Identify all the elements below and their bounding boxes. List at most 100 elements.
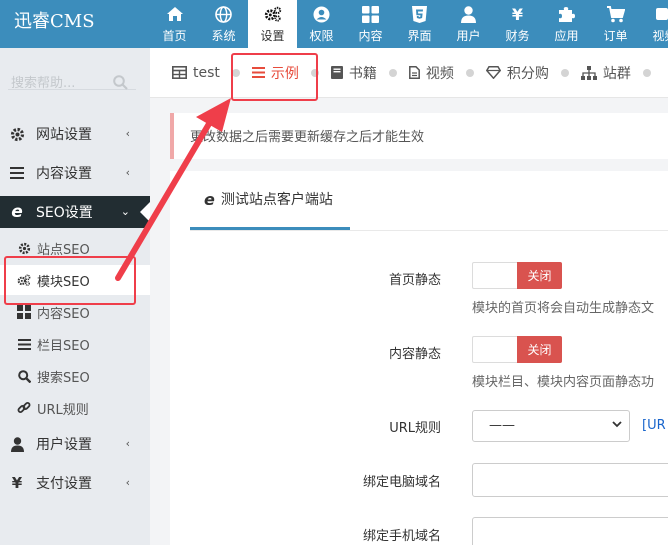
globe-icon [215,5,233,23]
sidebar-subitem-category-seo[interactable]: 栏目SEO [0,329,150,359]
chevron-down-icon [611,418,623,434]
search-icon[interactable] [113,75,128,94]
sidebar-item-label: 网站设置 [36,127,92,143]
gear-icon [17,241,31,255]
chevron-left-icon: ‹ [125,476,130,489]
topnav-label: 订单 [603,29,628,43]
sitemap-icon [580,65,597,80]
topnav-finance[interactable]: ¥ 财务 [493,0,542,48]
cache-notice: 更改数据之后需要更新缓存之后才能生效 [170,113,668,159]
home-static-help: 模块的首页将会自动生成静态文 [472,301,655,316]
tab-points-shop[interactable]: 积分购 [480,63,555,83]
list-icon [17,337,31,351]
topnav-users[interactable]: 用户 [444,0,493,48]
tab-label: 书籍 [348,65,377,82]
sidebar-subitem-label: 搜索SEO [37,370,90,386]
diamond-icon [485,66,501,79]
url-rule-select[interactable]: —— [472,410,630,442]
tab-separator [465,68,474,77]
html5-icon [411,5,429,23]
tab-label: test [193,64,220,81]
topnav-label: 用户 [456,29,481,43]
ie-icon: e [11,202,23,222]
sidebar-item-user-settings[interactable]: 用户设置 ‹ [0,428,150,460]
topnav-label: 首页 [162,29,187,43]
table-icon [172,66,187,79]
topnav-orders[interactable]: 订单 [591,0,640,48]
topnav-settings[interactable]: 设置 [248,0,297,48]
sidebar-subitem-label: 内容SEO [37,306,90,322]
mobile-domain-input[interactable] [472,517,668,545]
topnav-label: 内容 [358,29,383,43]
sidebar-item-label: 用户设置 [36,437,92,453]
tab-separator [388,68,397,77]
video-icon [655,5,668,23]
seo-panel: e 测试站点客户端站 首页静态 关闭 模块的首页将会自动生成静态文 内容静态 关… [170,171,668,545]
grid-icon [17,305,31,319]
cart-icon [606,5,625,23]
pc-domain-label: 绑定电脑域名 [362,475,441,490]
url-rule-value: —— [489,418,515,433]
topnav-system[interactable]: 系统 [199,0,248,48]
home-static-label: 首页静态 [388,273,441,288]
tab-separator [642,68,651,77]
tab-test[interactable]: test [166,65,226,81]
notice-text: 更改数据之后需要更新缓存之后才能生效 [190,130,425,145]
topnav-home[interactable]: 首页 [150,0,199,48]
tab-separator [560,68,569,77]
search-placeholder: 搜索帮助... [11,76,76,91]
search-icon [17,369,31,383]
toggle-off-label: 关闭 [517,336,562,363]
topnav-apps[interactable]: 应用 [542,0,591,48]
yen-icon: ¥ [511,4,524,24]
topnav-permissions[interactable]: 权限 [297,0,346,48]
highlight-box-tab [231,53,318,101]
tab-label: 积分购 [506,65,549,82]
top-nav: 首页 系统 设置 权限 内容 界面 用户 ¥ 财务 应用 订单 视 [150,0,668,48]
topnav-video[interactable]: 视频 [640,0,668,48]
sidebar-subitem-label: 站点SEO [37,242,90,258]
ie-icon: e [204,189,215,209]
toggle-off-label: 关闭 [517,262,562,289]
tab-videos[interactable]: 视频 [403,63,460,83]
topnav-label: 权限 [309,29,334,43]
site-tab[interactable]: e 测试站点客户端站 [190,171,350,230]
content-static-toggle[interactable]: 关闭 [472,336,562,363]
topnav-label: 设置 [260,29,285,43]
sidebar-item-seo-settings[interactable]: e SEO设置 ⌄ [0,196,150,228]
topnav-label: 界面 [407,29,432,43]
grid-icon [362,5,380,23]
top-header: 迅睿CMS 首页 系统 设置 权限 内容 界面 用户 ¥ 财务 应用 订单 视 [0,0,668,48]
mobile-domain-label: 绑定手机域名 [362,529,441,544]
user-circle-icon [313,5,331,23]
topnav-label: 财务 [505,29,530,43]
url-rule-hint[interactable]: [UR [642,418,666,433]
topnav-interface[interactable]: 界面 [395,0,444,48]
sidebar-item-site-settings[interactable]: 网站设置 ‹ [0,118,150,150]
pc-domain-input[interactable] [472,463,668,497]
list-icon [9,165,25,181]
sidebar-subitem-label: URL规则 [37,402,89,418]
sidebar-item-payment-settings[interactable]: ¥ 支付设置 ‹ [0,467,150,499]
url-rule-label: URL规则 [389,421,441,436]
sidebar-item-content-settings[interactable]: 内容设置 ‹ [0,157,150,189]
tab-site-group[interactable]: 站群 [575,63,637,83]
gear-icon [9,126,25,142]
book-icon [330,66,343,79]
gears-icon [264,5,282,23]
tab-label: 站群 [602,65,631,82]
tab-books[interactable]: 书籍 [325,63,383,83]
home-static-toggle[interactable]: 关闭 [472,262,562,289]
main-content: test 示例 书籍 视频 积分购 站群 更改数据之后需要更新缓存之后才能生效 [150,48,668,545]
home-icon [166,5,184,23]
topnav-label: 系统 [211,29,236,43]
sidebar-subitem-url-rules[interactable]: URL规则 [0,393,150,423]
chevron-left-icon: ‹ [125,127,130,140]
chevron-left-icon: ‹ [125,437,130,450]
module-tabs: test 示例 书籍 视频 积分购 站群 [150,48,668,98]
sidebar-subitem-search-seo[interactable]: 搜索SEO [0,361,150,391]
app-logo[interactable]: 迅睿CMS [0,0,150,48]
yen-icon: ¥ [11,474,23,492]
topnav-label: 视频 [652,29,668,43]
topnav-content[interactable]: 内容 [346,0,395,48]
